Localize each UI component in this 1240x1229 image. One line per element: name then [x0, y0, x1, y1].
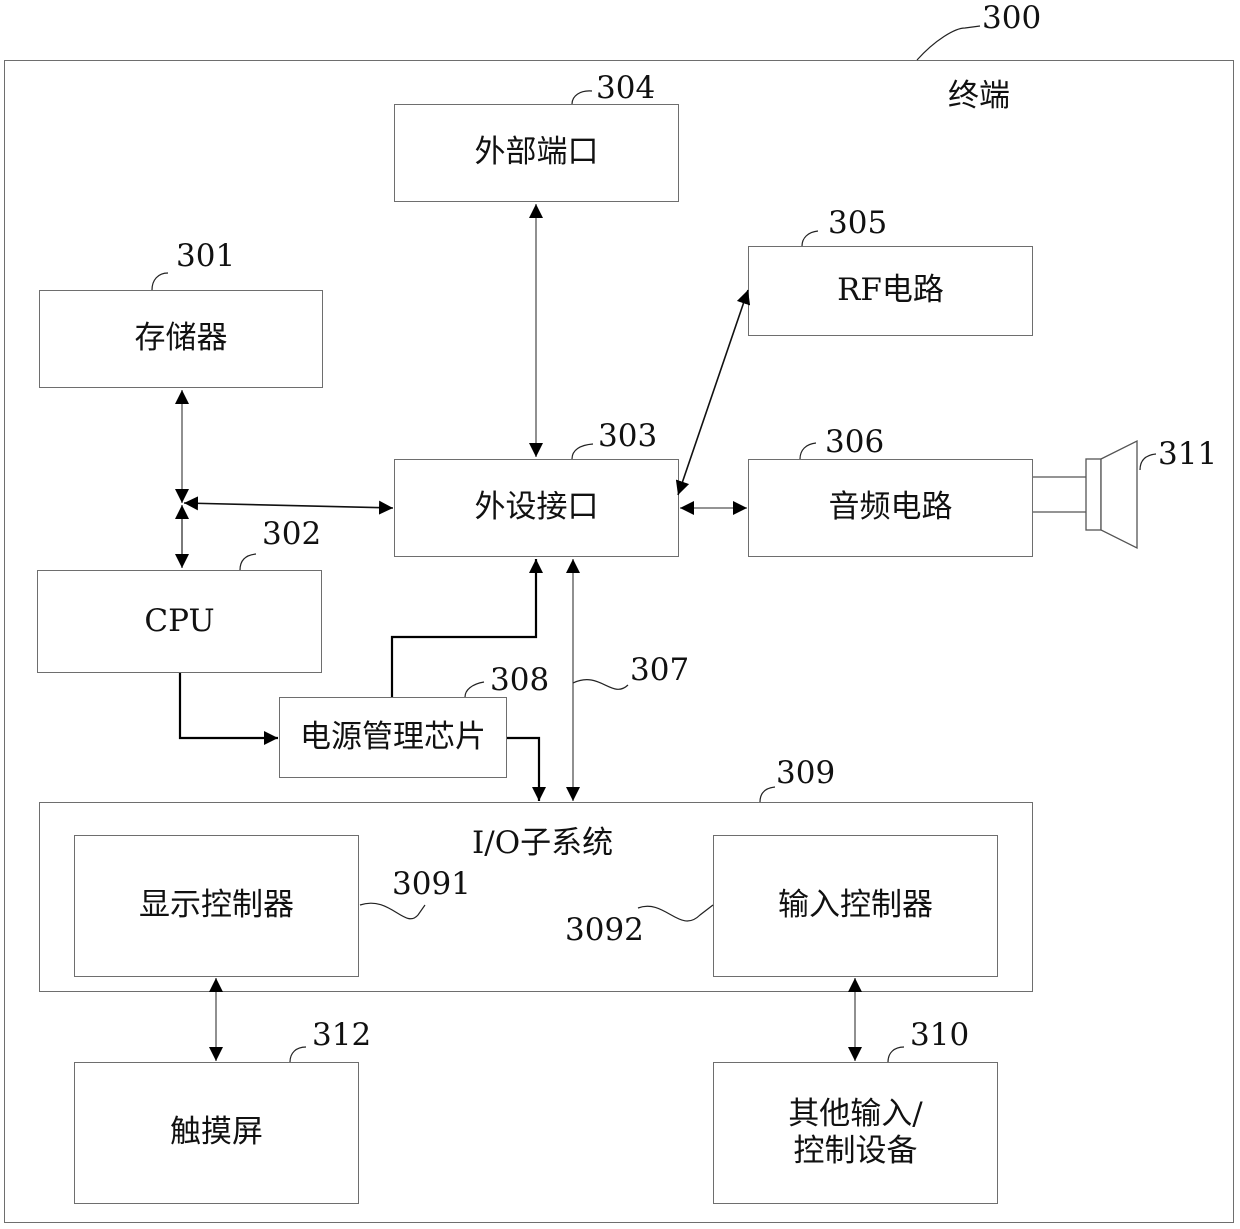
ref-3092: 3092 [565, 912, 644, 948]
arrow-cpu-power [178, 673, 278, 745]
ref-311: 311 [1158, 436, 1218, 472]
leader-301 [151, 272, 169, 291]
ref-304: 304 [596, 70, 656, 106]
speaker-icon [1033, 439, 1138, 550]
ref-309: 309 [776, 755, 836, 791]
ref-310: 310 [910, 1017, 970, 1053]
ref-300: 300 [982, 0, 1042, 36]
ref-307: 307 [630, 652, 690, 688]
leader-305 [801, 230, 819, 247]
ref-306: 306 [825, 424, 885, 460]
ref-302: 302 [262, 516, 322, 552]
arrow-power-io [507, 736, 546, 801]
ref-303: 303 [598, 418, 658, 454]
leader-310 [887, 1046, 905, 1063]
ref-312: 312 [312, 1017, 372, 1053]
leader-307 [572, 679, 629, 690]
leader-312 [289, 1046, 307, 1063]
ref-3091: 3091 [392, 866, 471, 902]
leader-3092 [637, 904, 714, 922]
ref-308: 308 [490, 662, 550, 698]
leader-308 [464, 681, 485, 698]
arrow-junction-peripheral [183, 496, 394, 515]
leader-302 [239, 553, 257, 571]
leader-309 [759, 786, 776, 803]
leader-3091 [359, 902, 426, 920]
arrow-rf-peripheral [675, 289, 751, 496]
leader-303 [571, 443, 594, 460]
ref-301: 301 [176, 238, 236, 274]
leader-300 [916, 25, 981, 61]
ref-305: 305 [828, 205, 888, 241]
leader-306 [799, 442, 817, 460]
leader-311 [1139, 453, 1157, 471]
leader-304 [571, 90, 593, 105]
connections-layer [151, 25, 1157, 1063]
